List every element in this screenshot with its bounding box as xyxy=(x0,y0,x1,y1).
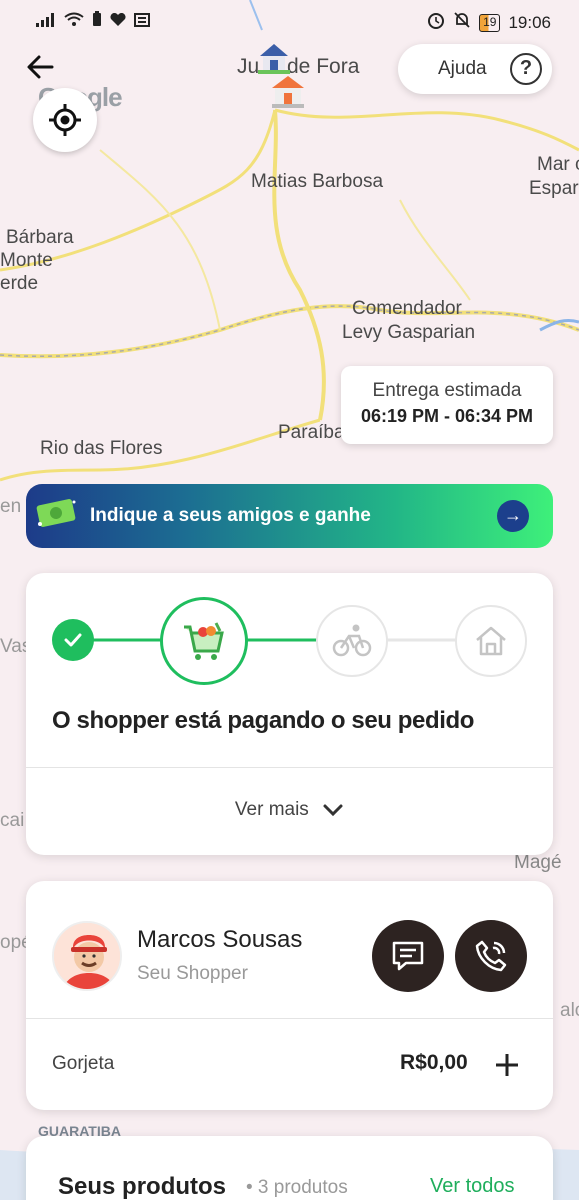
eta-box: Entrega estimada 06:19 PM - 06:34 PM xyxy=(341,366,553,444)
shopping-cart-icon xyxy=(184,622,224,660)
order-status-card: O shopper está pagando o seu pedido Ver … xyxy=(26,573,553,855)
add-tip-button[interactable] xyxy=(494,1044,520,1086)
shopper-card: Marcos Sousas Seu Shopper Gorjeta R$0,00 xyxy=(26,881,553,1110)
clock: 19:06 xyxy=(508,12,551,32)
phone-icon xyxy=(475,940,507,972)
heart-icon xyxy=(110,12,126,32)
signal-icon xyxy=(36,12,56,32)
map-label: Bárbara xyxy=(6,227,74,248)
question-icon: ? xyxy=(510,53,542,85)
divider xyxy=(26,767,553,768)
map-label: Monte xyxy=(0,250,53,271)
home-icon xyxy=(476,626,506,656)
bicycle-icon xyxy=(332,624,372,657)
referral-text: Indique a seus amigos e ganhe xyxy=(90,505,371,526)
chat-icon xyxy=(392,941,424,971)
step-shopping xyxy=(160,597,248,685)
map-label: Paraíba xyxy=(278,422,345,443)
step-home xyxy=(455,605,527,677)
tip-value: R$0,00 xyxy=(400,1051,468,1074)
map-label: en xyxy=(0,496,22,517)
see-all-products-link[interactable]: Ver todos xyxy=(430,1175,515,1198)
order-status-title: O shopper está pagando o seu pedido xyxy=(52,707,475,734)
call-button[interactable] xyxy=(455,920,527,992)
map-label: Matias Barbosa xyxy=(251,171,384,192)
map-label: Magé xyxy=(514,852,562,873)
map-label: Espar xyxy=(529,178,579,199)
map-label: erde xyxy=(0,273,39,294)
see-more-button[interactable]: Ver mais xyxy=(26,799,553,821)
my-location-button[interactable] xyxy=(33,88,97,152)
tip-label: Gorjeta xyxy=(52,1053,115,1074)
map-label: Mar c xyxy=(537,154,579,175)
shopper-name: Marcos Sousas xyxy=(137,926,303,953)
see-more-label: Ver mais xyxy=(234,799,309,820)
chat-button[interactable] xyxy=(372,920,444,992)
arrow-left-icon xyxy=(27,55,54,79)
help-button[interactable]: Ajuda ? xyxy=(398,44,552,94)
news-icon xyxy=(134,12,150,32)
products-count: • 3 produtos xyxy=(246,1177,348,1198)
check-icon xyxy=(64,633,82,647)
battery-saver-icon xyxy=(92,11,102,32)
eta-window: 06:19 PM - 06:34 PM xyxy=(360,406,534,426)
products-card: Seus produtos • 3 produtos Ver todos xyxy=(26,1136,553,1200)
step-delivery xyxy=(316,605,388,677)
referral-banner[interactable]: Indique a seus amigos e ganhe → xyxy=(26,484,553,548)
alarm-icon xyxy=(427,11,445,34)
eta-label: Entrega estimada xyxy=(372,380,522,401)
map-label: cai xyxy=(0,810,25,831)
map-label: Levy Gasparian xyxy=(342,322,476,343)
back-button[interactable] xyxy=(24,50,58,84)
chevron-down-icon xyxy=(323,804,343,817)
products-title: Seus produtos xyxy=(58,1173,227,1200)
shopper-role: Seu Shopper xyxy=(137,963,248,984)
battery-indicator: 19 xyxy=(479,13,501,32)
crosshair-icon xyxy=(49,104,81,136)
step-confirmed xyxy=(52,619,94,661)
map-label: Rio das Flores xyxy=(40,438,163,459)
help-label: Ajuda xyxy=(438,58,487,79)
map-label: Comendador xyxy=(352,298,462,319)
mute-icon xyxy=(453,11,471,34)
cash-icon xyxy=(34,496,78,527)
store-pin-icon[interactable] xyxy=(256,40,292,76)
status-bar: 19 19:06 xyxy=(0,0,579,40)
store-pin-icon[interactable] xyxy=(268,72,308,112)
shopper-avatar xyxy=(52,921,122,991)
plus-icon xyxy=(496,1054,518,1076)
wifi-icon xyxy=(64,12,84,32)
arrow-right-icon[interactable]: → xyxy=(497,500,529,532)
divider xyxy=(26,1018,553,1019)
map-label: alo xyxy=(560,1000,579,1021)
